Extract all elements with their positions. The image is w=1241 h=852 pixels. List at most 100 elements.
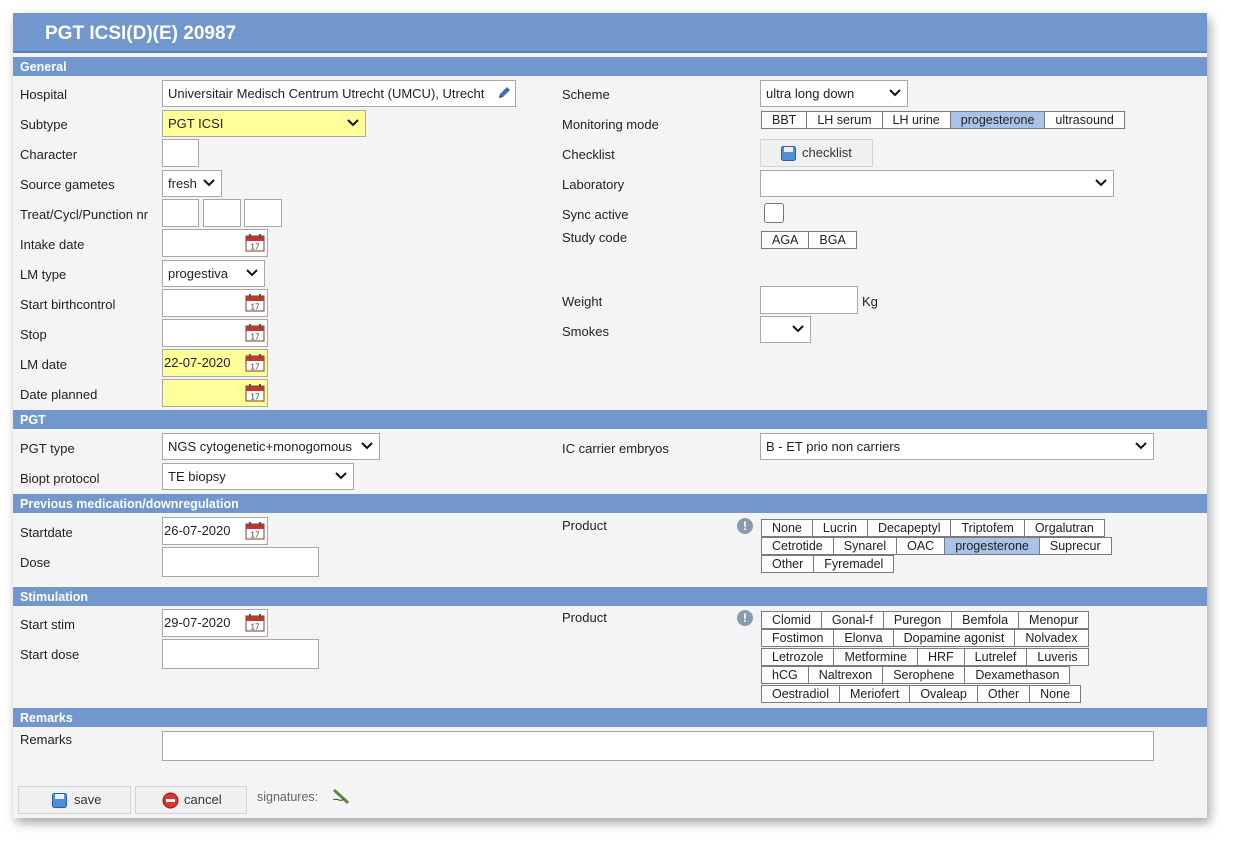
prev-product-progesterone[interactable]: progesterone [944,537,1040,555]
hospital-field[interactable]: Universitair Medisch Centrum Utrecht (UM… [162,80,516,107]
pgt-icsi-window: PGT ICSI(D)(E) 20987 General Hospital Un… [13,13,1207,818]
start-stim-input[interactable]: 29-07-2020 17 [162,609,268,637]
intake-date-input[interactable]: 17 [162,229,268,257]
sync-active-label: Sync active [562,207,629,222]
start-birthcontrol-input[interactable]: 17 [162,289,268,317]
cancel-button[interactable]: cancel [135,786,247,814]
info-icon[interactable]: ! [737,610,753,626]
prev-product-other[interactable]: Other [761,555,815,573]
pgt-type-select[interactable]: NGS cytogenetic+monogomous [162,433,380,460]
edit-pencil-icon[interactable] [496,85,512,101]
punction-nr-input[interactable] [244,199,282,227]
cycl-nr-input[interactable] [203,199,241,227]
stim-product-metformine[interactable]: Metformine [833,648,918,666]
prev-product-none[interactable]: None [761,519,813,537]
study-code-aga[interactable]: AGA [761,231,810,249]
stim-product-menopur[interactable]: Menopur [1018,611,1090,629]
prev-product-row: None Lucrin Decapeptyl Triptofem Orgalut… [761,519,1105,537]
stim-product-lutrelef[interactable]: Lutrelef [963,648,1028,666]
prev-product-oac[interactable]: OAC [896,537,946,555]
lm-date-input[interactable]: 22-07-2020 17 [162,349,268,377]
stim-product-ovaleap[interactable]: Ovaleap [909,685,978,703]
stim-product-letrozole[interactable]: Letrozole [761,648,835,666]
prev-product-fyremadel[interactable]: Fyremadel [813,555,895,573]
startdate-input[interactable]: 26-07-2020 17 [162,517,268,545]
calendar-icon[interactable]: 17 [245,614,265,632]
intake-date-label: Intake date [20,237,85,252]
stim-product-nolvadex[interactable]: Nolvadex [1014,629,1089,647]
laboratory-select[interactable] [760,170,1114,197]
stim-product-hcg[interactable]: hCG [761,666,809,684]
stim-product-fostimon[interactable]: Fostimon [761,629,835,647]
character-input[interactable] [162,139,199,167]
stim-product-puregon[interactable]: Puregon [882,611,953,629]
stim-product-dexamethason[interactable]: Dexamethason [964,666,1071,684]
start-stim-label: Start stim [20,617,75,632]
study-code-bga[interactable]: BGA [808,231,857,249]
chevron-down-icon [347,119,359,127]
stim-product-luveris[interactable]: Luveris [1026,648,1089,666]
treat-nr-input[interactable] [162,199,199,227]
prev-product-orgalutran[interactable]: Orgalutran [1023,519,1105,537]
info-icon[interactable]: ! [737,518,753,534]
prev-product-suprecur[interactable]: Suprecur [1038,537,1112,555]
stim-product-bemfola[interactable]: Bemfola [951,611,1020,629]
prev-product-cetrotide[interactable]: Cetrotide [761,537,834,555]
monitoring-option-progesterone[interactable]: progesterone [949,111,1046,129]
stim-product-clomid[interactable]: Clomid [761,611,822,629]
remarks-textarea[interactable] [162,731,1154,761]
calendar-icon[interactable]: 17 [245,324,265,342]
checklist-button[interactable]: checklist [760,139,873,167]
save-button-label: save [74,792,102,807]
save-button[interactable]: save [18,786,131,814]
calendar-icon[interactable]: 17 [245,354,265,372]
scheme-label: Scheme [562,87,610,102]
calendar-icon[interactable]: 17 [245,294,265,312]
section-stimulation: Stimulation [13,587,1207,606]
stop-date-input[interactable]: 17 [162,319,268,347]
source-gametes-select[interactable]: fresh [162,170,222,197]
dose-input[interactable] [162,547,319,577]
chevron-down-icon [335,472,347,480]
weight-unit: Kg [862,294,878,309]
start-dose-input[interactable] [162,639,319,669]
calendar-icon[interactable]: 17 [245,234,265,252]
date-planned-label: Date planned [20,387,98,402]
prev-product-synarel[interactable]: Synarel [832,537,898,555]
prev-product-row: Cetrotide Synarel OAC progesterone Supre… [761,537,1112,555]
lm-type-select[interactable]: progestiva [162,260,265,287]
stim-product-label: Product [562,610,607,625]
ic-carrier-label: IC carrier embryos [562,441,669,456]
signature-pen-icon[interactable] [331,787,351,805]
scheme-select[interactable]: ultra long down [760,80,908,107]
prev-product-decapeptyl[interactable]: Decapeptyl [866,519,952,537]
date-planned-input[interactable]: 17 [162,379,268,407]
stim-product-oestradiol[interactable]: Oestradiol [761,685,840,703]
monitoring-option-ultrasound[interactable]: ultrasound [1044,111,1125,129]
smokes-select[interactable] [760,316,811,343]
startdate-value: 26-07-2020 [164,523,231,538]
calendar-icon[interactable]: 17 [245,384,265,402]
prev-product-triptofem[interactable]: Triptofem [950,519,1025,537]
stim-product-naltrexon[interactable]: Naltrexon [807,666,884,684]
scheme-value: ultra long down [766,86,855,101]
stim-product-none[interactable]: None [1029,685,1082,703]
calendar-icon[interactable]: 17 [245,522,265,540]
stim-product-gonal-f[interactable]: Gonal-f [820,611,884,629]
sync-active-checkbox[interactable] [764,203,784,223]
stim-product-other[interactable]: Other [976,685,1031,703]
stim-product-hrf[interactable]: HRF [916,648,965,666]
subtype-select[interactable]: PGT ICSI [162,110,366,137]
stim-product-elonva[interactable]: Elonva [833,629,894,647]
monitoring-option-lh-serum[interactable]: LH serum [806,111,883,129]
stim-product-dopamine-agonist[interactable]: Dopamine agonist [892,629,1016,647]
monitoring-option-lh-urine[interactable]: LH urine [881,111,951,129]
ic-carrier-select[interactable]: B - ET prio non carriers [760,433,1154,460]
biopt-protocol-select[interactable]: TE biopsy [162,463,354,490]
stim-product-serophene[interactable]: Serophene [882,666,966,684]
weight-input[interactable] [760,286,858,314]
stim-product-meriofert[interactable]: Meriofert [838,685,911,703]
monitoring-option-bbt[interactable]: BBT [761,111,808,129]
prev-product-lucrin[interactable]: Lucrin [811,519,868,537]
svg-text:17: 17 [251,243,260,252]
